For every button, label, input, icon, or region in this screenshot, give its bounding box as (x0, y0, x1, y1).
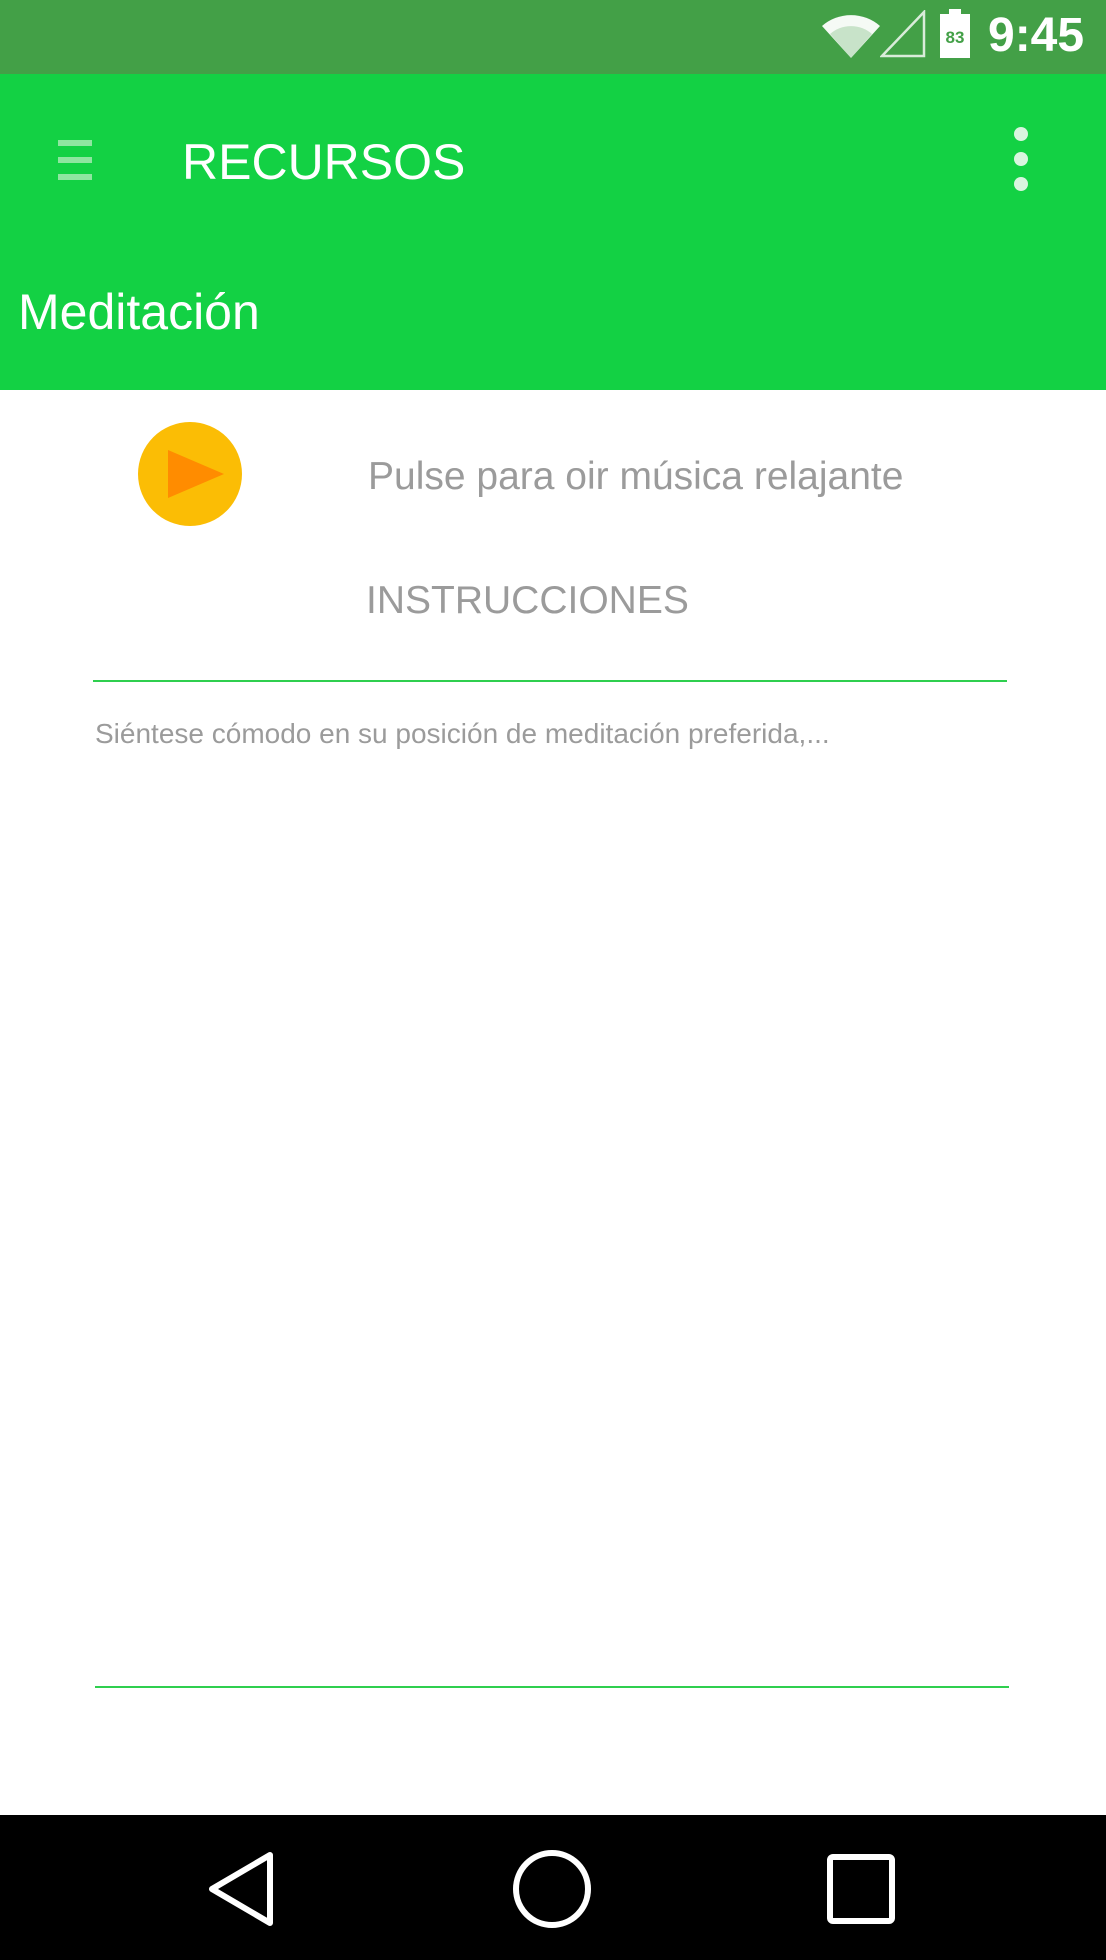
battery-level-text: 83 (946, 28, 965, 47)
play-icon (168, 450, 224, 498)
wifi-icon (822, 15, 880, 58)
play-caption: Pulse para oir música relajante (368, 455, 904, 498)
play-button[interactable] (138, 422, 242, 526)
instructions-text: Siéntese cómodo en su posición de medita… (95, 718, 830, 749)
app-screen: 83 9:45 RECURSOS Meditación Pulse para o… (0, 0, 1106, 1960)
navigation-bar (0, 1815, 1106, 1960)
status-time: 9:45 (988, 9, 1085, 62)
signal-icon (880, 10, 926, 58)
app-toolbar: RECURSOS (0, 74, 1106, 244)
section-title: Meditación (18, 284, 260, 340)
recents-icon[interactable] (826, 1853, 896, 1925)
status-bar: 83 9:45 (0, 0, 1106, 74)
divider (93, 680, 1007, 682)
section-header: Meditación (0, 244, 1106, 390)
divider (95, 1686, 1009, 1688)
menu-icon[interactable] (58, 138, 94, 182)
home-icon[interactable] (512, 1849, 592, 1929)
back-icon[interactable] (206, 1849, 276, 1929)
toolbar-title: RECURSOS (182, 134, 466, 190)
overflow-icon[interactable] (1004, 124, 1038, 194)
instructions-heading: INSTRUCCIONES (366, 579, 689, 622)
battery-icon: 83 (938, 9, 972, 59)
